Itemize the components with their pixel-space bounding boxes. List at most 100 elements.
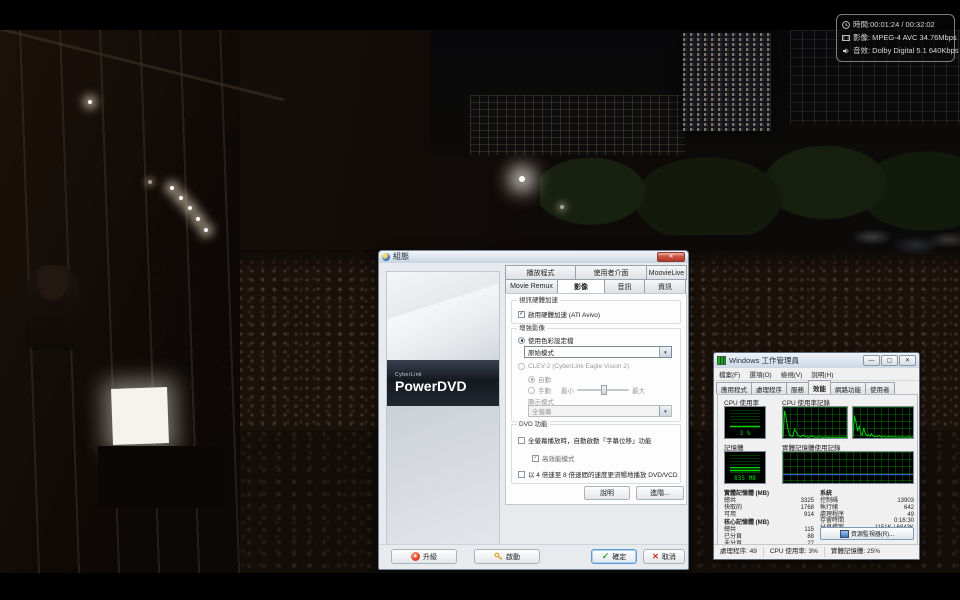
slider-min-label: 最小 — [561, 388, 574, 395]
cpu-usage-gauge: 3 % — [724, 406, 766, 439]
activate-button[interactable]: 啟動 — [474, 549, 540, 564]
auto-radio[interactable] — [528, 375, 535, 383]
cpu-history-graph-2 — [852, 406, 914, 439]
stat-row: 控制碼 13903 — [820, 498, 914, 504]
manual-radio-row: 手動 最小 最大 — [528, 385, 648, 395]
tab-processes[interactable]: 處理程序 — [751, 382, 787, 394]
color-profile-select[interactable]: 原始模式 ▼ — [524, 346, 672, 358]
maximize-button[interactable]: ▢ — [881, 355, 898, 366]
chevron-down-icon[interactable]: ▼ — [659, 347, 671, 357]
subtitle-shift-checkbox[interactable] — [518, 436, 525, 444]
stat-row: 總共 3325 — [724, 498, 814, 504]
stat-row: 執行緒 642 — [820, 504, 914, 511]
hw-accel-checkbox[interactable]: ✓ — [518, 310, 525, 318]
system-group: 系統 控制碼13903執行緒642處理程序49存留時間0:16:30分頁檔案11… — [820, 488, 914, 532]
display-mode-select[interactable]: 全螢幕 ▼ — [528, 405, 672, 417]
check-icon: ✓ — [532, 455, 539, 461]
clev-radio-row: CLEV-2 (CyberLink Eagle Vision 2) — [518, 363, 629, 370]
video-settings-panel: 視訊硬體加速 ✓ 啟用硬體加速 (ATI Avivo) 增強影像 使用色彩設定檔… — [505, 293, 687, 505]
physical-memory-rows: 總共 3325 快取的 1768 可用 914 — [724, 498, 814, 518]
cancel-x-icon: ✕ — [652, 552, 659, 561]
spotlight — [560, 205, 564, 209]
performer-silhouette — [25, 265, 80, 350]
spotlight — [170, 186, 174, 190]
powerdvd-logo: CyberLink PowerDVD — [387, 360, 499, 406]
tab-services[interactable]: 服務 — [786, 382, 809, 394]
gauge-fill — [730, 426, 760, 428]
chevron-down-icon[interactable]: ▼ — [659, 406, 671, 416]
upgrade-icon: ▲ — [411, 552, 420, 561]
high-performance-checkbox[interactable]: ✓ — [532, 454, 539, 462]
tab-movie-remux[interactable]: Movie Remux — [505, 279, 558, 294]
spotlight — [88, 100, 92, 104]
enhance-video-group: 增強影像 使用色彩設定檔 原始模式 ▼ CLEV-2 (CyberLink Ea… — [511, 325, 681, 422]
stat-row: 總共 115 — [724, 527, 814, 533]
subtitle-shift-label: 全螢幕播放時，自動啟動「字幕位移」功能 — [528, 438, 652, 445]
stage-white-screen — [111, 387, 169, 445]
help-button-label: 說明 — [600, 490, 614, 497]
enhance-level-slider[interactable] — [577, 385, 629, 395]
tab-moovielive[interactable]: MoovieLive — [646, 265, 687, 280]
close-button[interactable]: ✕ — [657, 252, 685, 262]
status-processes: 處理程序: 49 — [714, 547, 764, 557]
upgrade-button[interactable]: ▲ 升級 — [391, 549, 457, 564]
hw-accel-label: 啟用硬體加速 (ATI Avivo) — [528, 312, 600, 319]
minimize-button[interactable]: — — [863, 355, 880, 366]
color-profile-radio[interactable] — [518, 336, 525, 344]
minimize-icon: — — [868, 357, 875, 364]
clock-icon — [842, 20, 850, 29]
memory-usage-value: 835 MB — [734, 475, 756, 482]
slider-thumb[interactable] — [601, 385, 607, 395]
upgrade-button-label: 升級 — [423, 553, 437, 561]
close-icon: ✕ — [904, 358, 911, 364]
maximize-icon: ▢ — [886, 358, 893, 364]
tab-player[interactable]: 播放程式 — [505, 265, 576, 280]
gauge-fill — [730, 467, 760, 473]
resource-monitor-button[interactable]: 資源監視器(R)... — [820, 527, 914, 540]
dialog-titlebar[interactable]: 組態 ✕ — [379, 251, 688, 263]
taskmanager-titlebar[interactable]: Windows 工作管理員 — ▢ ✕ — [714, 353, 919, 368]
color-profile-value: 原始模式 — [528, 350, 554, 357]
hw-accel-group-title: 視訊硬體加速 — [517, 297, 560, 305]
high-performance-row: ✓ 高效能模式 — [532, 453, 575, 463]
spotlight — [148, 180, 152, 184]
cancel-button[interactable]: ✕ 取消 — [643, 549, 685, 564]
ok-button[interactable]: ✓ 確定 — [591, 549, 637, 564]
status-cpu: CPU 使用率: 3% — [764, 547, 825, 557]
smooth-playback-checkbox[interactable] — [518, 470, 525, 478]
help-button[interactable]: 說明 — [584, 486, 630, 500]
clev-radio[interactable] — [518, 363, 525, 370]
color-profile-radio-row: 使用色彩設定檔 — [518, 335, 574, 345]
slider-max-label: 最大 — [632, 388, 645, 395]
menu-file[interactable]: 檔案(F) — [719, 369, 740, 379]
resource-monitor-icon — [839, 529, 849, 538]
osd-audio-row: 音效: Dolby Digital 5.1 640Kbps — [842, 44, 958, 57]
physical-memory-title: 實體記憶體 (MB) — [724, 491, 769, 497]
powerdvd-product-text: PowerDVD — [395, 378, 467, 394]
menu-view[interactable]: 檢視(V) — [781, 369, 803, 379]
tab-audio[interactable]: 音訊 — [604, 279, 645, 294]
tab-performance[interactable]: 效能 — [808, 380, 831, 394]
activate-button-label: 啟動 — [506, 553, 520, 561]
tab-information[interactable]: 資訊 — [644, 279, 686, 294]
manual-radio[interactable] — [528, 386, 535, 394]
status-memory: 實體記憶體: 25% — [830, 548, 881, 555]
tab-user-interface[interactable]: 使用者介面 — [575, 265, 647, 280]
close-button[interactable]: ✕ — [899, 355, 916, 366]
advanced-button[interactable]: 進階... — [636, 486, 684, 500]
ok-check-icon: ✓ — [601, 551, 610, 561]
performance-tab-panel: CPU 使用率 CPU 使用率記錄 3 % 記憶體 實體記憶體使用記錄 835 … — [717, 394, 918, 547]
menu-help[interactable]: 說明(H) — [811, 369, 833, 379]
spotlight — [179, 196, 183, 200]
tab-users[interactable]: 使用者 — [865, 382, 895, 394]
tab-applications[interactable]: 應用程式 — [716, 382, 752, 394]
tab-video[interactable]: 影像 — [557, 279, 605, 294]
menu-options[interactable]: 選項(O) — [749, 369, 771, 379]
taskmanager-title: Windows 工作管理員 — [729, 356, 800, 365]
manual-label: 手動 — [538, 388, 551, 395]
tab-networking[interactable]: 網路功能 — [830, 382, 866, 394]
subtitle-shift-row: 全螢幕播放時，自動啟動「字幕位移」功能 — [518, 435, 652, 445]
osd-video-text: 影像: MPEG-4 AVC 34.76Mbps — [853, 33, 957, 42]
tree-line — [540, 60, 960, 235]
dvd-features-group: DVD 功能 全螢幕播放時，自動啟動「字幕位移」功能 ✓ 高效能模式 以 4 倍… — [511, 421, 681, 484]
